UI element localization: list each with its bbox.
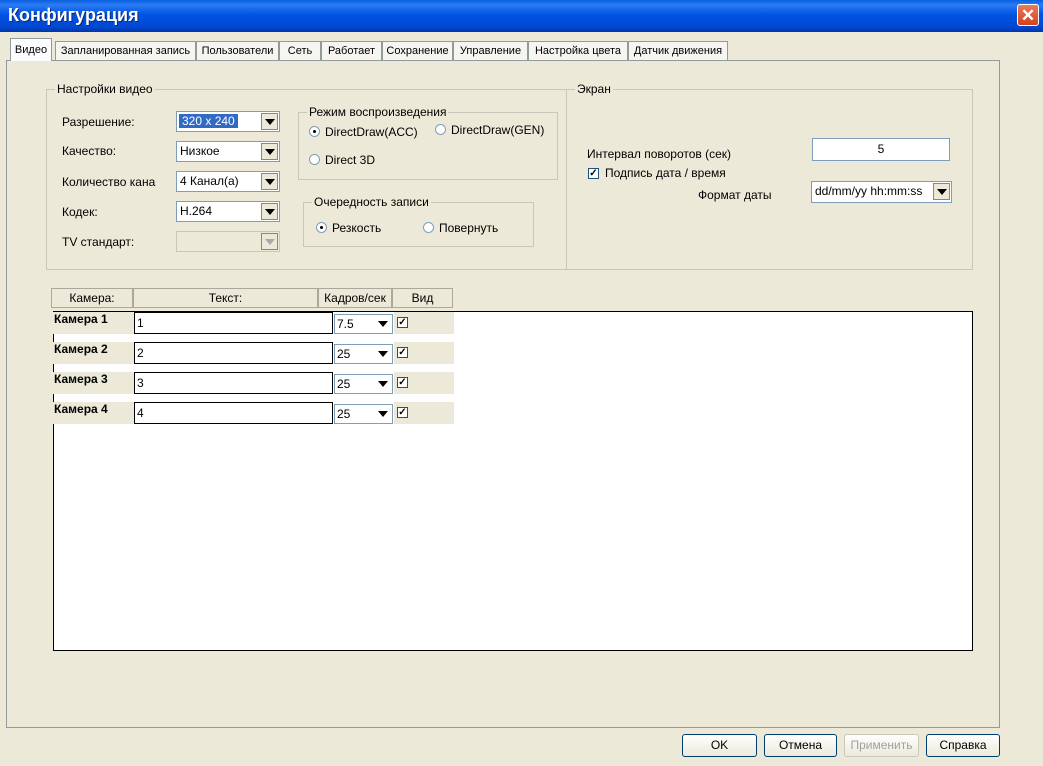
column-header-view[interactable]: Вид (392, 288, 453, 308)
camera-fps-value: 25 (337, 407, 351, 421)
camera-fps-value: 25 (337, 347, 351, 361)
record-order-legend: Очередность записи (312, 195, 431, 209)
chevron-down-icon[interactable] (375, 406, 391, 422)
cancel-button[interactable]: Отмена (764, 734, 837, 757)
quality-label: Качество: (62, 144, 117, 158)
tab-scheduled-recording[interactable]: Запланированная запись (55, 41, 196, 60)
playback-mode-legend: Режим воспроизведения (307, 105, 449, 119)
camera-name: Камера 1 (53, 312, 134, 334)
radio-sharpness[interactable] (316, 222, 327, 233)
tab-users[interactable]: Пользователи (196, 41, 279, 60)
tv-standard-label: TV стандарт: (62, 235, 135, 249)
tv-standard-select (176, 231, 280, 252)
tab-storage[interactable]: Сохранение (382, 41, 453, 60)
tab-network[interactable]: Сеть (279, 41, 321, 60)
video-settings-legend: Настройки видео (55, 82, 155, 96)
quality-select[interactable]: Низкое (176, 141, 280, 162)
tab-control[interactable]: Управление (453, 41, 528, 60)
apply-button[interactable]: Применить (844, 734, 919, 757)
radio-directdraw-acc[interactable] (309, 126, 320, 137)
camera-fps-value: 7.5 (337, 317, 354, 331)
chevron-down-icon[interactable] (375, 316, 391, 332)
radio-directdraw-gen-label: DirectDraw(GEN) (451, 123, 545, 137)
interval-label: Интервал поворотов (сек) (587, 147, 732, 161)
camera-fps-select[interactable]: 25 (334, 344, 393, 364)
caption-checkbox[interactable]: ✓ (588, 168, 599, 179)
camera-text-input[interactable]: 1 (134, 312, 333, 334)
date-format-label: Формат даты (698, 188, 772, 202)
radio-sharpness-label: Резкость (332, 221, 382, 235)
codec-select[interactable]: H.264 (176, 201, 280, 222)
resolution-label: Разрешение: (62, 115, 135, 129)
chevron-down-icon[interactable] (261, 113, 278, 130)
help-button[interactable]: Справка (926, 734, 1000, 757)
tab-color-settings[interactable]: Настройка цвета (528, 41, 628, 60)
camera-text-input[interactable]: 4 (134, 402, 333, 424)
chevron-down-icon (261, 233, 278, 250)
interval-input[interactable]: 5 (812, 138, 950, 161)
camera-fps-value: 25 (337, 377, 351, 391)
title-bar: Конфигурация ✕ (0, 0, 1043, 32)
camera-name: Камера 2 (53, 342, 134, 364)
chevron-down-icon[interactable] (261, 173, 278, 190)
camera-text-input[interactable]: 2 (134, 342, 333, 364)
radio-directdraw-acc-label: DirectDraw(ACC) (325, 125, 418, 139)
camera-name: Камера 3 (53, 372, 134, 394)
chevron-down-icon[interactable] (375, 376, 391, 392)
camera-fps-select[interactable]: 25 (334, 374, 393, 394)
camera-view-checkbox[interactable]: ✓ (397, 347, 408, 358)
column-header-text[interactable]: Текст: (133, 288, 318, 308)
caption-label: Подпись дата / время (605, 166, 726, 180)
screen-legend: Экран (575, 82, 613, 96)
chevron-down-icon[interactable] (261, 143, 278, 160)
camera-fps-select[interactable]: 25 (334, 404, 393, 424)
ok-button[interactable]: OK (682, 734, 757, 757)
camera-view-checkbox[interactable]: ✓ (397, 317, 408, 328)
quality-value: Низкое (180, 144, 220, 158)
chevron-down-icon[interactable] (261, 203, 278, 220)
chevron-down-icon[interactable] (375, 346, 391, 362)
camera-text-input[interactable]: 3 (134, 372, 333, 394)
camera-fps-select[interactable]: 7.5 (334, 314, 393, 334)
date-format-value: dd/mm/yy hh:mm:ss (815, 184, 923, 198)
tab-running[interactable]: Работает (321, 41, 382, 60)
camera-view-checkbox[interactable]: ✓ (397, 407, 408, 418)
channels-select[interactable]: 4 Канал(а) (176, 171, 280, 192)
resolution-select[interactable]: 320 x 240 (176, 111, 280, 132)
channels-label: Количество кана (62, 175, 156, 189)
date-format-select[interactable]: dd/mm/yy hh:mm:ss (811, 181, 952, 203)
radio-rotate[interactable] (423, 222, 434, 233)
codec-label: Кодек: (62, 205, 98, 219)
close-icon[interactable]: ✕ (1017, 4, 1039, 26)
codec-value: H.264 (180, 204, 213, 218)
column-header-camera[interactable]: Камера: (51, 288, 133, 308)
camera-view-checkbox[interactable]: ✓ (397, 377, 408, 388)
radio-direct3d-label: Direct 3D (325, 153, 376, 167)
chevron-down-icon[interactable] (933, 183, 950, 200)
tab-video[interactable]: Видео (10, 38, 52, 61)
channels-value: 4 Канал(а) (180, 174, 239, 188)
radio-rotate-label: Повернуть (439, 221, 499, 235)
radio-direct3d[interactable] (309, 154, 320, 165)
window-title: Конфигурация (8, 5, 139, 25)
resolution-value: 320 x 240 (179, 114, 238, 128)
column-header-fps[interactable]: Кадров/сек (318, 288, 392, 308)
tab-motion-sensor[interactable]: Датчик движения (628, 41, 728, 60)
camera-name: Камера 4 (53, 402, 134, 424)
radio-directdraw-gen[interactable] (435, 124, 446, 135)
